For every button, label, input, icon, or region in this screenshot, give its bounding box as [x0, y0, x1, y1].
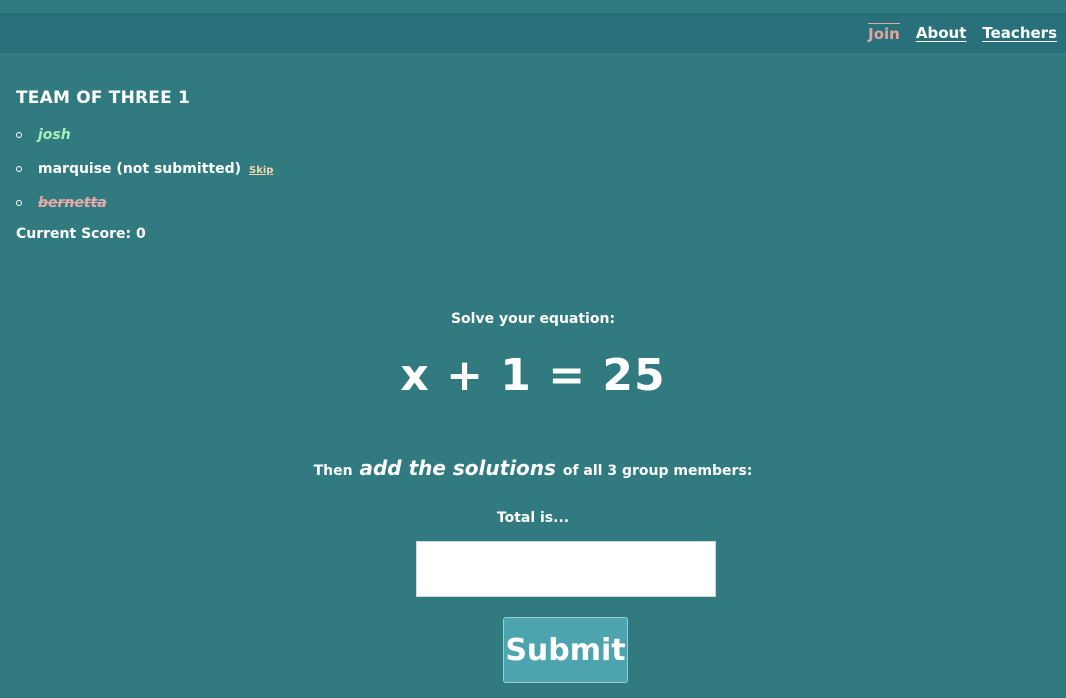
- current-score: Current Score: 0: [16, 226, 146, 242]
- nav-about[interactable]: About: [916, 24, 967, 42]
- navbar: Join About Teachers: [0, 13, 1066, 53]
- member-marquise: marquise (not submitted) Skip: [16, 152, 273, 186]
- member-name: josh: [38, 127, 71, 143]
- member-list: josh marquise (not submitted) Skip berne…: [16, 118, 273, 220]
- equation-prompt: Solve your equation:: [450, 311, 616, 327]
- member-name: marquise (not submitted): [38, 161, 241, 177]
- bullet-icon: [16, 132, 22, 138]
- bullet-icon: [16, 200, 22, 206]
- nav-links: Join About Teachers: [868, 13, 1057, 53]
- total-label: Total is...: [496, 510, 570, 526]
- instruction-before: Then: [313, 463, 353, 479]
- top-strip: [0, 0, 1066, 13]
- team-panel: TEAM OF THREE 1 josh marquise (not submi…: [16, 88, 273, 242]
- nav-teachers[interactable]: Teachers: [982, 24, 1057, 42]
- member-name: bernetta: [38, 195, 107, 211]
- member-josh: josh: [16, 118, 273, 152]
- team-title: TEAM OF THREE 1: [16, 88, 191, 108]
- equation: x + 1 = 25: [400, 350, 666, 401]
- skip-link[interactable]: Skip: [249, 163, 273, 176]
- instruction: Then add the solutions of all 3 group me…: [0, 456, 1066, 480]
- nav-join[interactable]: Join: [868, 23, 900, 43]
- bullet-icon: [16, 166, 22, 172]
- total-input[interactable]: [416, 541, 716, 597]
- member-bernetta: bernetta: [16, 186, 273, 220]
- instruction-emphasis: add the solutions: [359, 456, 556, 480]
- instruction-after: of all 3 group members:: [562, 463, 753, 479]
- submit-button[interactable]: Submit: [503, 617, 628, 683]
